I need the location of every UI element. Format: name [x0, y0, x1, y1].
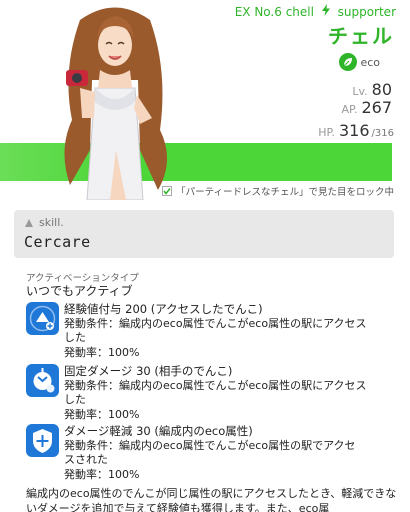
ap-label: AP. [341, 103, 358, 116]
lock-note-text: 「パーティードレスなチェル」で見た目をロック中 [176, 187, 394, 198]
level-stat: Lv. 80 [352, 80, 392, 99]
ex-number: EX No.6 chell [234, 5, 314, 19]
level-value: 80 [371, 80, 392, 99]
effect-rate: 発動率：100% [64, 407, 140, 421]
hp-label: HP. [318, 126, 335, 139]
effect-title: 固定ダメージ 30 (相手のでんこ) [64, 364, 233, 378]
activation-type-value: いつでもアクティブ [26, 284, 133, 298]
effect-condition-cont: スされた [64, 453, 108, 466]
skill-panel: skill. Cercare [14, 210, 394, 258]
ap-stat: AP. 267 [342, 98, 393, 117]
effect-condition: 発動条件：編成内のeco属性でんこがeco属性の駅にアクセス [64, 378, 367, 392]
effect-condition-cont: した [64, 331, 86, 344]
skill-name: Cercare [24, 233, 91, 251]
hp-value: 316 [338, 121, 370, 140]
fixed-damage-icon [26, 364, 59, 397]
effect-condition-cont: した [64, 393, 86, 406]
eco-leaf-icon [339, 53, 358, 71]
ap-value: 267 [361, 98, 392, 117]
denko-type: supporter [337, 5, 396, 19]
effect-condition: 発動条件：編成内のeco属性でんこがeco属性の駅にアクセス [64, 316, 367, 330]
effect-rate: 発動率：100% [64, 467, 140, 481]
effect-condition: 発動条件：編成内のeco属性でんこがeco属性の駅でアクセ [64, 438, 356, 452]
exp-gain-icon [26, 302, 59, 335]
hp-max: /316 [371, 128, 394, 139]
character-name: チェル [328, 24, 394, 48]
character-profile: EX No.6 chell supporter チェル eco Lv. 80 A… [0, 0, 410, 205]
attribute-badge: eco [339, 53, 380, 71]
attribute-label: eco [360, 55, 380, 69]
effect-rate: 発動率：100% [64, 345, 140, 359]
effect-title: 経験値付与 200 (アクセスしたでんこ) [64, 302, 263, 316]
lock-check-icon [162, 186, 173, 196]
level-label: Lv. [352, 85, 368, 98]
skill-icon [25, 218, 33, 227]
ex-number-line: EX No.6 chell supporter [235, 4, 396, 19]
skill-tag: skill. [24, 216, 64, 229]
lightning-icon [321, 4, 330, 19]
appearance-lock-note[interactable]: 「パーティードレスなチェル」で見た目をロック中 [162, 184, 394, 198]
skill-description: 編成内のeco属性のでんこが同じ属性の駅にアクセスしたとき、軽減できないダメージ… [26, 487, 397, 512]
character-portrait [64, 7, 168, 200]
skill-tag-label: skill. [39, 216, 64, 229]
effect-title: ダメージ軽減 30 (編成内のeco属性) [64, 424, 253, 438]
hp-stat: HP. 316 /316 [318, 121, 394, 140]
damage-reduce-icon [26, 424, 59, 457]
